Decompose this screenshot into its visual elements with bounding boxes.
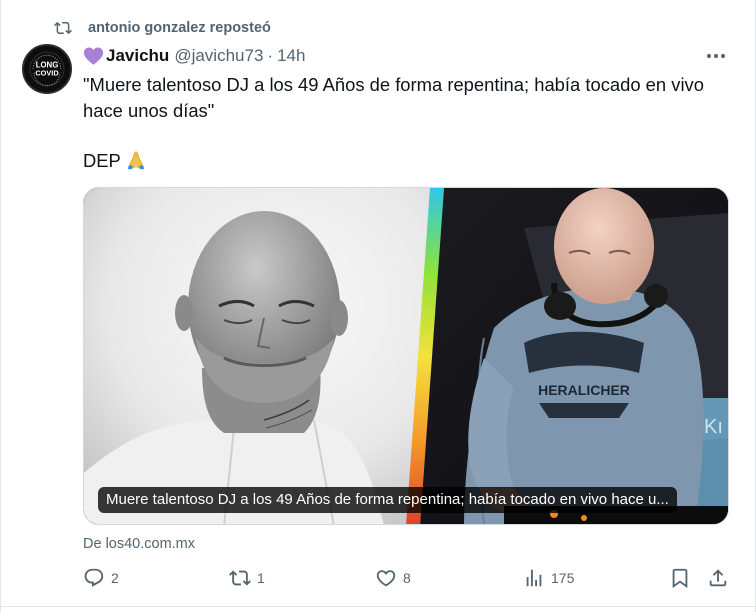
tweet-dep-line: DEP <box>83 148 733 174</box>
author-handle[interactable]: @javichu73 <box>174 45 263 67</box>
avatar[interactable]: LONG COVID <box>22 44 72 94</box>
repost-icon <box>54 21 72 35</box>
share-icon <box>709 569 727 587</box>
author-name[interactable]: Javichu <box>106 45 169 67</box>
like-button[interactable]: 8 <box>375 567 411 589</box>
shirt-text: HERALICHER <box>538 382 630 398</box>
svg-text:Kı: Kı <box>704 416 723 438</box>
svg-text:COVID: COVID <box>35 68 58 77</box>
timestamp[interactable]: 14h <box>277 45 305 67</box>
tweet-quote: "Muere talentoso DJ a los 49 Años de for… <box>83 74 704 121</box>
reposter-link[interactable]: antonio gonzalez reposteó <box>88 18 271 38</box>
source-link[interactable]: De los40.com.mx <box>83 534 195 554</box>
folded-hands-icon <box>127 150 145 170</box>
dj-photo-collage: Kı HERALICHER <box>84 188 728 524</box>
reply-count: 2 <box>111 570 119 586</box>
reply-button[interactable]: 2 <box>83 567 119 589</box>
repost-count: 1 <box>257 570 265 586</box>
views-chart-icon <box>526 569 542 587</box>
purple-heart-icon <box>83 47 104 65</box>
share-button[interactable] <box>707 567 729 589</box>
tweet-text: "Muere talentoso DJ a los 49 Años de for… <box>83 72 733 174</box>
separator-dot: · <box>267 46 274 65</box>
more-options-icon[interactable] <box>704 46 728 66</box>
long-covid-logo: LONG COVID <box>25 47 69 91</box>
tweet-header: Javichu @javichu73 · 14h <box>83 45 305 67</box>
divider <box>0 606 756 607</box>
repost-button[interactable]: 1 <box>229 567 265 589</box>
views-button[interactable]: 175 <box>523 567 574 589</box>
like-count: 8 <box>403 570 411 586</box>
link-card-caption: Muere talentoso DJ a los 49 Años de form… <box>98 487 677 513</box>
bookmark-icon <box>672 568 688 589</box>
repost-action-icon <box>229 570 251 586</box>
views-count: 175 <box>551 570 575 586</box>
tweet-dep-text: DEP <box>83 150 121 171</box>
reply-icon <box>84 568 104 587</box>
link-card-image[interactable]: Kı HERALICHER Muere talentoso DJ a los 4… <box>83 187 729 525</box>
action-bar: 2 1 8 175 <box>0 567 756 591</box>
bookmark-button[interactable] <box>669 567 691 589</box>
heart-icon <box>376 570 396 587</box>
